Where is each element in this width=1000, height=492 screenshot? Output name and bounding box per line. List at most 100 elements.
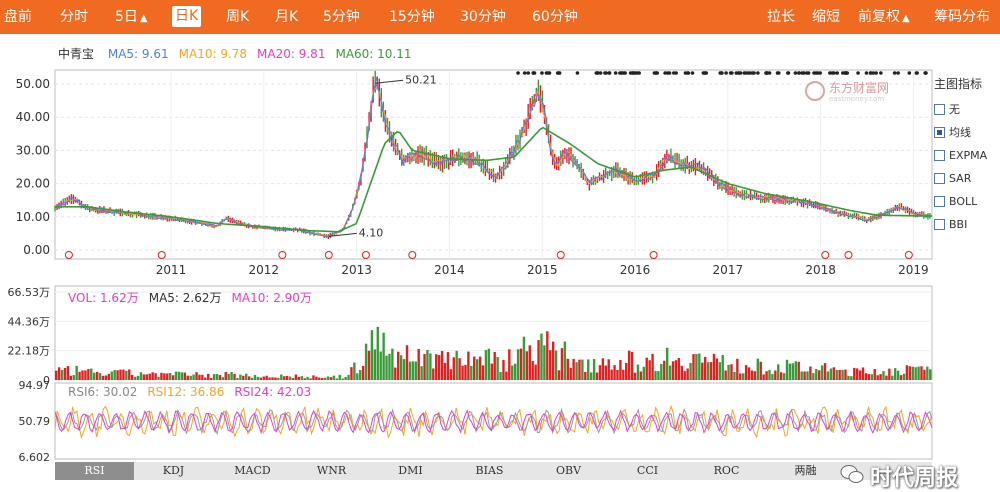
watermark: 时代周报 xyxy=(820,460,1000,491)
star-marker-icon xyxy=(522,71,527,75)
indicator-option[interactable]: BBI xyxy=(934,213,1000,236)
volume-bar xyxy=(55,370,58,380)
tab-0[interactable]: RSI xyxy=(55,462,134,480)
checkbox-icon[interactable] xyxy=(934,195,945,207)
volume-bar xyxy=(183,372,187,380)
volume-bar xyxy=(508,349,511,380)
volume-bar xyxy=(695,354,698,380)
volume-bar xyxy=(741,373,745,380)
volume-bar xyxy=(449,369,453,380)
volume-bar xyxy=(87,369,90,380)
toolbar-shrink-button[interactable]: 缩短 xyxy=(812,0,840,34)
toolbar-30min-button[interactable]: 30分钟 xyxy=(460,0,506,34)
volume-bar xyxy=(271,377,274,380)
volume-bar xyxy=(914,367,917,380)
volume-bar xyxy=(478,356,482,380)
volume-bar xyxy=(198,374,201,380)
toolbar-label: 前复权 xyxy=(858,9,900,25)
volume-bar xyxy=(879,374,882,380)
volume-bar xyxy=(154,373,157,380)
volume-bar xyxy=(259,377,263,380)
volume-bar xyxy=(443,362,447,380)
checkbox-icon[interactable] xyxy=(934,172,945,184)
volume-bar xyxy=(578,359,581,380)
star-marker-icon xyxy=(864,71,869,75)
price-panel-frame xyxy=(54,69,933,260)
star-marker-icon xyxy=(896,71,900,75)
toolbar-5day-button[interactable]: 5日 ▲ xyxy=(115,0,148,34)
volume-bar xyxy=(239,374,242,380)
indicator-option[interactable]: 均线 xyxy=(934,121,1000,144)
volume-bar xyxy=(867,374,871,380)
volume-bar xyxy=(589,372,593,380)
tab-8[interactable]: ROC xyxy=(687,462,766,480)
tab-2[interactable]: MACD xyxy=(213,462,292,480)
tab-3[interactable]: WNR xyxy=(292,462,371,480)
toolbar-15min-button[interactable]: 15分钟 xyxy=(389,0,435,34)
toolbar-fq-button[interactable]: 前复权 ▲ xyxy=(858,0,910,34)
price-tick-label: 20.00 xyxy=(16,177,50,191)
volume-bar xyxy=(838,369,841,380)
star-marker-icon xyxy=(828,71,832,75)
volume-bar xyxy=(899,375,903,380)
toolbar-pre-button[interactable]: 盘前 xyxy=(4,0,32,34)
volume-bar xyxy=(718,362,721,380)
volume-bar xyxy=(703,356,707,380)
volume-bar xyxy=(832,367,836,380)
checkbox-icon[interactable] xyxy=(934,218,945,230)
volume-bar xyxy=(373,349,377,380)
star-marker-icon xyxy=(556,71,561,75)
volume-bar xyxy=(724,370,727,380)
volume-bar xyxy=(391,348,394,380)
volume-bar xyxy=(417,348,420,380)
toolbar-weekly-button[interactable]: 周K xyxy=(226,0,249,34)
toolbar-label: 30分钟 xyxy=(460,9,506,25)
volume-bar xyxy=(470,365,473,380)
tab-7[interactable]: CCI xyxy=(608,462,687,480)
tab-1[interactable]: KDJ xyxy=(134,462,213,480)
volume-bar xyxy=(262,376,265,380)
star-marker-icon xyxy=(526,71,531,75)
volume-bar xyxy=(601,358,605,380)
volume-bar xyxy=(511,365,514,380)
volume-bar xyxy=(157,376,160,380)
toolbar-monthly-button[interactable]: 月K xyxy=(275,0,298,34)
toolbar-60min-button[interactable]: 60分钟 xyxy=(532,0,578,34)
rsi-tick-label: 50.79 xyxy=(19,415,51,428)
volume-bar xyxy=(651,353,654,380)
indicator-option[interactable]: SAR xyxy=(934,167,1000,190)
volume-bar xyxy=(250,377,254,380)
volume-bar xyxy=(847,375,850,380)
tab-6[interactable]: OBV xyxy=(529,462,608,480)
indicator-option-label: BBI xyxy=(949,218,968,231)
volume-bar xyxy=(347,374,350,380)
volume-bar xyxy=(911,366,914,380)
volume-bar xyxy=(101,375,105,380)
volume-bar xyxy=(408,361,412,380)
tab-5[interactable]: BIAS xyxy=(450,462,529,480)
indicator-option[interactable]: 无 xyxy=(934,98,1000,121)
tab-4[interactable]: DMI xyxy=(371,462,450,480)
checkbox-icon[interactable] xyxy=(934,103,945,115)
indicator-tabs: RSI KDJ MACD WNR DMI BIAS OBV CCI ROC 两融... xyxy=(55,462,932,480)
star-marker-icon xyxy=(756,71,760,75)
time-tick-label: 2017 xyxy=(713,263,744,277)
volume-bar xyxy=(926,366,929,380)
volume-bar xyxy=(288,376,292,380)
checkbox-icon[interactable] xyxy=(934,149,945,161)
star-marker-icon xyxy=(635,71,639,75)
toolbar-chip-button[interactable]: 筹码分布 xyxy=(934,0,990,34)
star-marker-icon xyxy=(595,71,600,75)
volume-bar xyxy=(326,376,330,380)
toolbar-daily-button[interactable]: 日K xyxy=(172,6,202,27)
volume-bar xyxy=(706,362,710,380)
checkbox-checked-icon[interactable] xyxy=(934,126,945,138)
toolbar-label: 周K xyxy=(226,9,250,25)
volume-bar xyxy=(736,358,739,380)
volume-bar xyxy=(376,326,379,380)
indicator-option[interactable]: EXPMA xyxy=(934,144,1000,167)
toolbar-intraday-button[interactable]: 分时 xyxy=(60,0,88,34)
toolbar-5min-button[interactable]: 5分钟 xyxy=(323,0,360,34)
indicator-option[interactable]: BOLL xyxy=(934,190,1000,213)
toolbar-stretch-button[interactable]: 拉长 xyxy=(767,0,795,34)
